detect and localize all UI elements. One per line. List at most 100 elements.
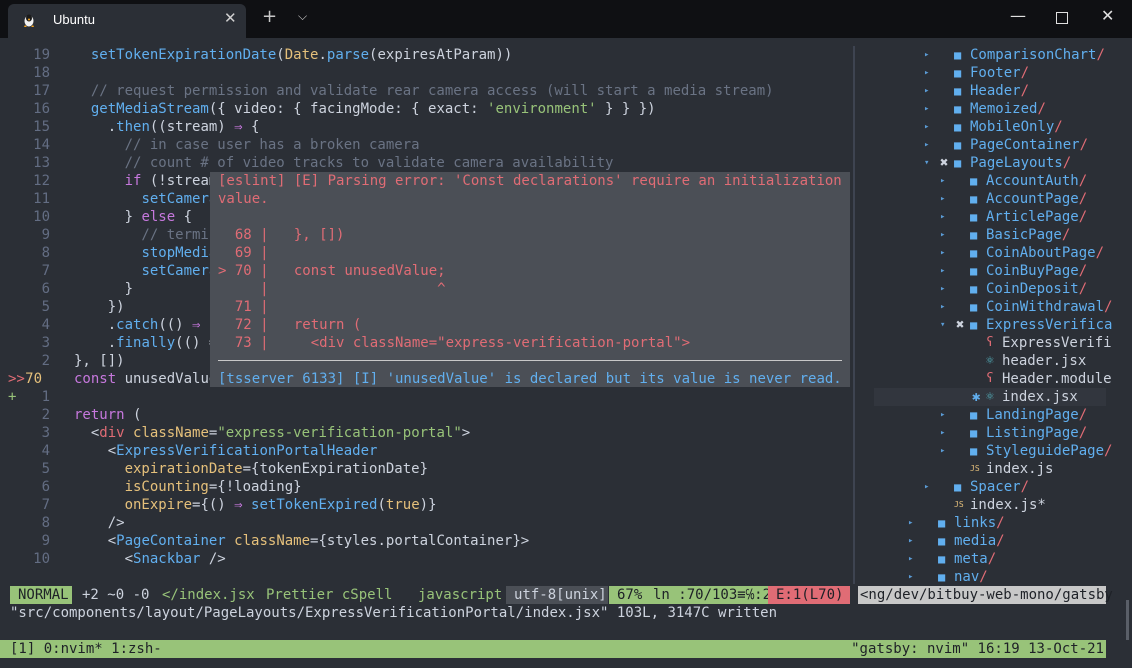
dir-slash: /	[996, 533, 1005, 549]
collapsed-arrow-icon[interactable]: ▸	[940, 262, 945, 280]
dir-slash: /	[1020, 83, 1030, 99]
tree-folder[interactable]: ▸ ■ MobileOnly/	[874, 118, 1106, 136]
collapsed-arrow-icon[interactable]: ▸	[940, 190, 945, 208]
collapsed-arrow-icon[interactable]: ▸	[924, 64, 929, 82]
code-line[interactable]: 19 setTokenExpirationDate(Date.parse(exp…	[0, 46, 853, 64]
tree-folder[interactable]: ▸ ■ Header/	[874, 82, 1106, 100]
popup-line: 73 | <div className="express-verificatio…	[218, 335, 691, 351]
tree-folder[interactable]: ▸ ■ Memoized/	[874, 100, 1106, 118]
dir-slash: /	[1096, 47, 1105, 63]
terminal-scrollbar[interactable]	[1126, 600, 1129, 640]
tree-file[interactable]: ✱ ⚛ index.jsx	[874, 388, 1106, 406]
tree-file[interactable]: ʕ Header.module	[874, 370, 1112, 388]
collapsed-arrow-icon[interactable]: ▸	[940, 280, 945, 298]
new-tab-icon[interactable]: +	[262, 6, 277, 27]
folder-icon: ■	[954, 66, 962, 80]
collapsed-arrow-icon[interactable]: ▸	[940, 406, 945, 424]
collapsed-arrow-icon[interactable]: ▸	[940, 424, 945, 442]
code-line[interactable]: 3 <div className="express-verification-p…	[0, 424, 853, 442]
collapsed-arrow-icon[interactable]: ▸	[940, 244, 945, 262]
code-token: ⇒	[234, 497, 243, 513]
file-name: </index.jsx	[162, 587, 255, 603]
split-divider[interactable]	[853, 46, 855, 584]
code-line[interactable]: 15 .then((stream) ⇒ {	[0, 118, 853, 136]
code-line[interactable]: 17 // request permission and validate re…	[0, 82, 853, 100]
code-line[interactable]: 10 <Snackbar />	[0, 550, 853, 568]
tree-folder[interactable]: ▸ ■ ListingPage/	[874, 424, 1106, 442]
collapsed-arrow-icon[interactable]: ▸	[924, 82, 929, 100]
expanded-arrow-icon[interactable]: ▾	[924, 154, 929, 172]
code-line[interactable]: 9 <PageContainer className={styles.porta…	[0, 532, 853, 550]
maximize-icon[interactable]	[1056, 12, 1068, 24]
collapsed-arrow-icon[interactable]: ▸	[940, 226, 945, 244]
code-token: // count # of video tracks to validate c…	[74, 155, 614, 171]
file-tree[interactable]: ▸ ■ ComparisonChart/ ▸ ■ Footer/ ▸ ■ Header/ ▸ ■ Me…	[858, 46, 1112, 586]
code-line[interactable]: 18	[0, 64, 853, 82]
collapsed-arrow-icon[interactable]: ▸	[924, 118, 929, 136]
collapsed-arrow-icon[interactable]: ▸	[924, 100, 929, 118]
tree-folder[interactable]: ▾ ✖ ■ ExpressVerifica	[874, 316, 1112, 334]
code-line[interactable]: 5 expirationDate={tokenExpirationDate}	[0, 460, 853, 478]
collapsed-arrow-icon[interactable]: ▸	[908, 568, 913, 586]
code-token: />	[200, 551, 226, 567]
tree-folder[interactable]: ▸ ■ AccountPage/	[874, 190, 1106, 208]
code-line[interactable]: 4 <ExpressVerificationPortalHeader	[0, 442, 853, 460]
tree-folder[interactable]: ▸ ■ media/	[874, 532, 1106, 550]
collapsed-arrow-icon[interactable]: ▸	[924, 478, 929, 496]
chevron-down-icon[interactable]: ⌵	[298, 9, 307, 24]
tree-folder[interactable]: ▾ ✖ ■ PageLayouts/	[874, 154, 1106, 172]
collapsed-arrow-icon[interactable]: ▸	[940, 172, 945, 190]
tree-folder[interactable]: ▸ ■ ArticlePage/	[874, 208, 1106, 226]
dir-slash: /	[1020, 479, 1030, 495]
code-line[interactable]: 14 // in case user has a broken camera	[0, 136, 853, 154]
collapsed-arrow-icon[interactable]: ▸	[924, 136, 929, 154]
tree-file[interactable]: ⚛ header.jsx	[874, 352, 1106, 370]
tree-folder[interactable]: ▸ ■ ComparisonChart/	[874, 46, 1106, 64]
code-line[interactable]: 8 />	[0, 514, 853, 532]
tree-folder[interactable]: ▸ ■ nav/	[874, 568, 1106, 586]
code-token: ⇒	[234, 119, 243, 135]
tree-folder[interactable]: ▸ ■ AccountAuth/	[874, 172, 1106, 190]
tab-ubuntu[interactable]: Ubuntu ✕	[8, 4, 246, 38]
minimize-icon[interactable]: —	[1010, 6, 1026, 25]
collapsed-arrow-icon[interactable]: ▸	[940, 298, 945, 316]
tree-file[interactable]: ʕ ExpressVerifi	[874, 334, 1112, 352]
collapsed-arrow-icon[interactable]: ▸	[908, 550, 913, 568]
tree-item-label: LandingPage/	[986, 407, 1088, 423]
code-line[interactable]: 2 return (	[0, 406, 853, 424]
code-token: })	[74, 299, 125, 315]
code-token: (expiresAtParam))	[369, 47, 513, 63]
collapsed-arrow-icon[interactable]: ▸	[940, 442, 945, 460]
tree-folder[interactable]: ▸ ■ Footer/	[874, 64, 1106, 82]
collapsed-arrow-icon[interactable]: ▸	[940, 208, 945, 226]
code-line[interactable]: 6 isCounting={!loading}	[0, 478, 853, 496]
tree-folder[interactable]: ▸ ■ StyleguidePage/	[874, 442, 1112, 460]
tree-folder[interactable]: ▸ ■ CoinBuyPage/	[874, 262, 1106, 280]
line-number: 9	[41, 533, 50, 549]
tree-folder[interactable]: ▸ ■ LandingPage/	[874, 406, 1106, 424]
tree-folder[interactable]: ▸ ■ Spacer/	[874, 478, 1106, 496]
code-line[interactable]: 7 onExpire={() ⇒ setTokenExpired(true)}	[0, 496, 853, 514]
code-line[interactable]: 13 // count # of video tracks to validat…	[0, 154, 853, 172]
collapsed-arrow-icon[interactable]: ▸	[924, 46, 929, 64]
tmux-windows[interactable]: [1] 0:nvim* 1:zsh-	[10, 640, 162, 658]
tree-file[interactable]: JS index.js	[874, 460, 1106, 478]
tree-folder[interactable]: ▸ ■ PageContainer/	[874, 136, 1106, 154]
collapsed-arrow-icon[interactable]: ▸	[908, 514, 913, 532]
close-window-icon[interactable]: ✕	[1101, 6, 1114, 25]
tree-folder[interactable]: ▸ ■ links/	[874, 514, 1106, 532]
tree-item-label: Header/	[970, 83, 1030, 99]
tree-folder[interactable]: ▸ ■ CoinAboutPage/	[874, 244, 1106, 262]
code-line[interactable]: 16 getMediaStream({ video: { facingMode:…	[0, 100, 853, 118]
collapsed-arrow-icon[interactable]: ▸	[908, 532, 913, 550]
tree-folder[interactable]: ▸ ■ BasicPage/	[874, 226, 1106, 244]
tree-folder[interactable]: ▸ ■ meta/	[874, 550, 1106, 568]
code-line[interactable]: +1	[0, 388, 853, 406]
tree-folder[interactable]: ▸ ■ CoinWithdrawal/	[874, 298, 1112, 316]
tree-file[interactable]: JS index.js*	[874, 496, 1106, 514]
expanded-arrow-icon[interactable]: ▾	[940, 316, 945, 334]
tab-close-icon[interactable]: ✕	[224, 9, 237, 27]
tree-folder[interactable]: ▸ ■ CoinDeposit/	[874, 280, 1106, 298]
code-token: .	[74, 119, 117, 135]
code-token: setCamera	[141, 263, 218, 279]
